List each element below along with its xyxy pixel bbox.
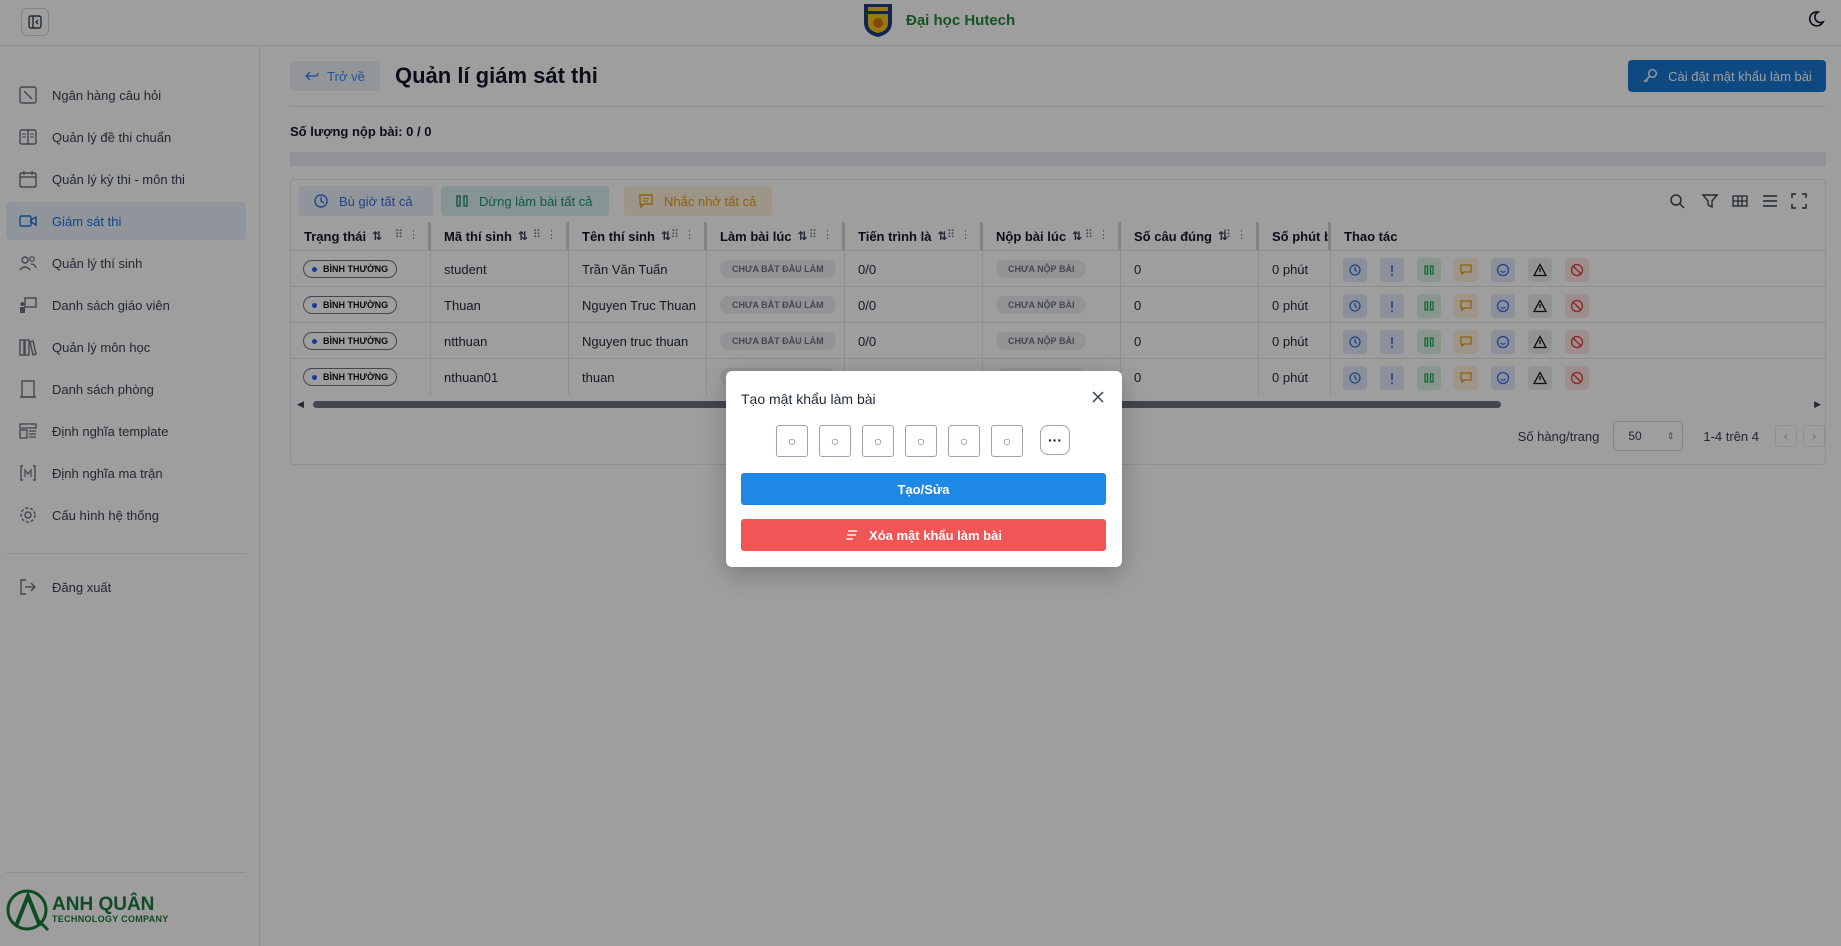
delete-password-button[interactable]: Xóa mật khẩu làm bài bbox=[741, 519, 1106, 551]
otp-input-6[interactable]: ○ bbox=[991, 425, 1023, 457]
close-button[interactable] bbox=[1088, 387, 1108, 407]
delete-password-label: Xóa mật khẩu làm bài bbox=[869, 527, 1002, 543]
more-options-button[interactable]: ··· bbox=[1040, 425, 1070, 455]
clear-icon bbox=[846, 530, 858, 540]
otp-input-3[interactable]: ○ bbox=[862, 425, 894, 457]
otp-input-2[interactable]: ○ bbox=[819, 425, 851, 457]
create-password-dialog: Tạo mật khẩu làm bài ○ ○ ○ ○ ○ ○ ··· Tạo… bbox=[726, 371, 1122, 567]
create-edit-button[interactable]: Tạo/Sửa bbox=[741, 473, 1106, 505]
otp-input-5[interactable]: ○ bbox=[948, 425, 980, 457]
close-icon bbox=[1092, 391, 1104, 403]
dialog-title: Tạo mật khẩu làm bài bbox=[741, 391, 876, 407]
otp-input-4[interactable]: ○ bbox=[905, 425, 937, 457]
otp-input-1[interactable]: ○ bbox=[776, 425, 808, 457]
